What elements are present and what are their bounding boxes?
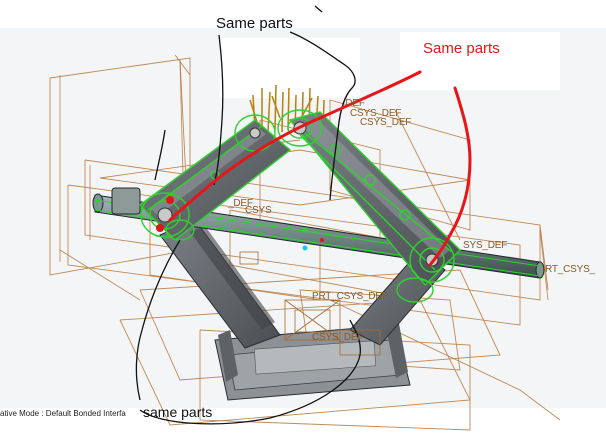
annotation-label-red: Same parts — [423, 40, 500, 57]
csys-label: PRT_CSYS_DEF — [312, 291, 388, 302]
label-backdrop — [220, 38, 360, 98]
annotation-label-top: Same parts — [216, 15, 293, 32]
annotation-label-bottom: same parts — [143, 404, 213, 420]
csys-label: CSYS — [245, 205, 272, 216]
csys-label: RT_CSYS_ — [545, 264, 595, 275]
csys-label: SYS_DEF — [463, 240, 508, 251]
csys-label: CSYS_DEF — [360, 117, 412, 128]
model-viewport[interactable]: Same parts Same parts same parts _DEF CS… — [0, 0, 606, 442]
csys-label: CSYS_DEF — [312, 332, 364, 343]
status-bar-text: ative Mode : Default Bonded Interfa — [0, 409, 126, 418]
model-graphics — [0, 5, 606, 431]
